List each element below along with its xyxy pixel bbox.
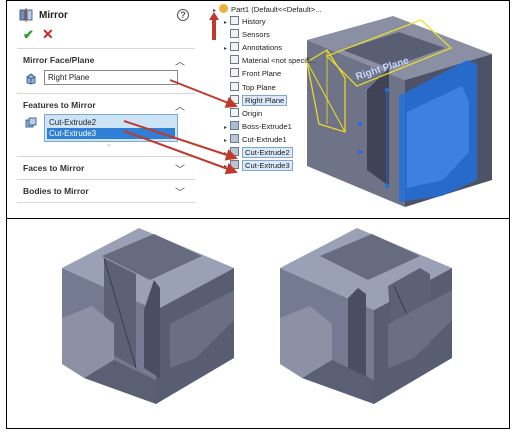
model-after-mirror bbox=[280, 228, 452, 404]
model-before-mirror bbox=[62, 228, 234, 404]
callout-arrows bbox=[123, 79, 238, 175]
